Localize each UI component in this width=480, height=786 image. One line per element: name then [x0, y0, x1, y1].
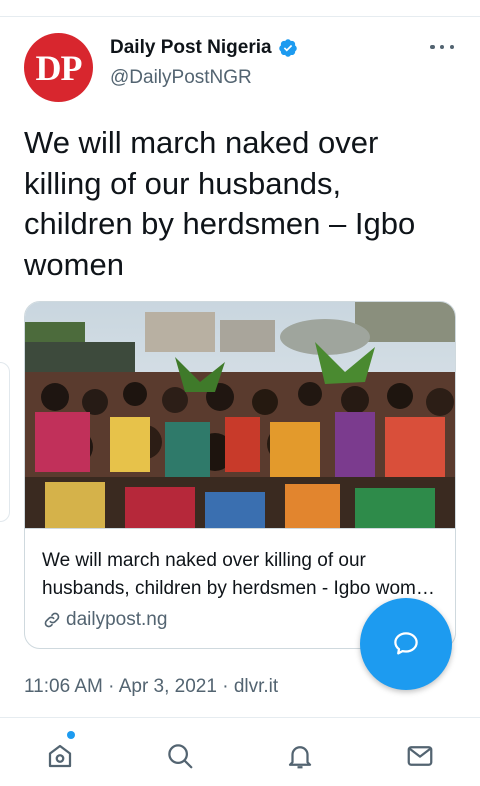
- avatar-initials: DP: [35, 47, 83, 88]
- bottom-nav: [0, 718, 480, 786]
- messages-icon[interactable]: [402, 738, 438, 774]
- home-icon[interactable]: [42, 738, 78, 774]
- compose-reply-button[interactable]: [360, 598, 452, 690]
- more-options-icon[interactable]: [430, 41, 454, 53]
- chat-bubble-icon: [394, 632, 418, 655]
- search-icon[interactable]: [162, 738, 198, 774]
- author-handle[interactable]: @DailyPostNGR: [110, 67, 252, 89]
- tweet-header: DP Daily Post Nigeria @DailyPostNGR: [24, 33, 456, 105]
- side-drawer-handle[interactable]: [0, 362, 10, 522]
- author-display-name[interactable]: Daily Post Nigeria: [110, 37, 272, 59]
- home-notification-dot: [67, 731, 75, 739]
- link-card[interactable]: We will march naked over killing of our …: [24, 301, 456, 649]
- top-divider: [0, 16, 480, 17]
- author-name-row: Daily Post Nigeria: [110, 37, 298, 59]
- verified-badge-icon: [278, 39, 297, 57]
- card-domain: dailypost.ng: [66, 609, 168, 630]
- card-title: We will march naked over killing of our …: [42, 550, 438, 599]
- tweet-timestamp[interactable]: 11:06 AM · Apr 3, 2021 · dlvr.it: [24, 676, 278, 698]
- avatar[interactable]: DP: [24, 33, 93, 102]
- card-image[interactable]: [25, 302, 455, 528]
- link-icon: [44, 612, 60, 628]
- protest-photo-illustration: [25, 302, 455, 528]
- notifications-icon[interactable]: [282, 738, 318, 774]
- tweet-text: We will march naked over killing of our …: [24, 125, 416, 282]
